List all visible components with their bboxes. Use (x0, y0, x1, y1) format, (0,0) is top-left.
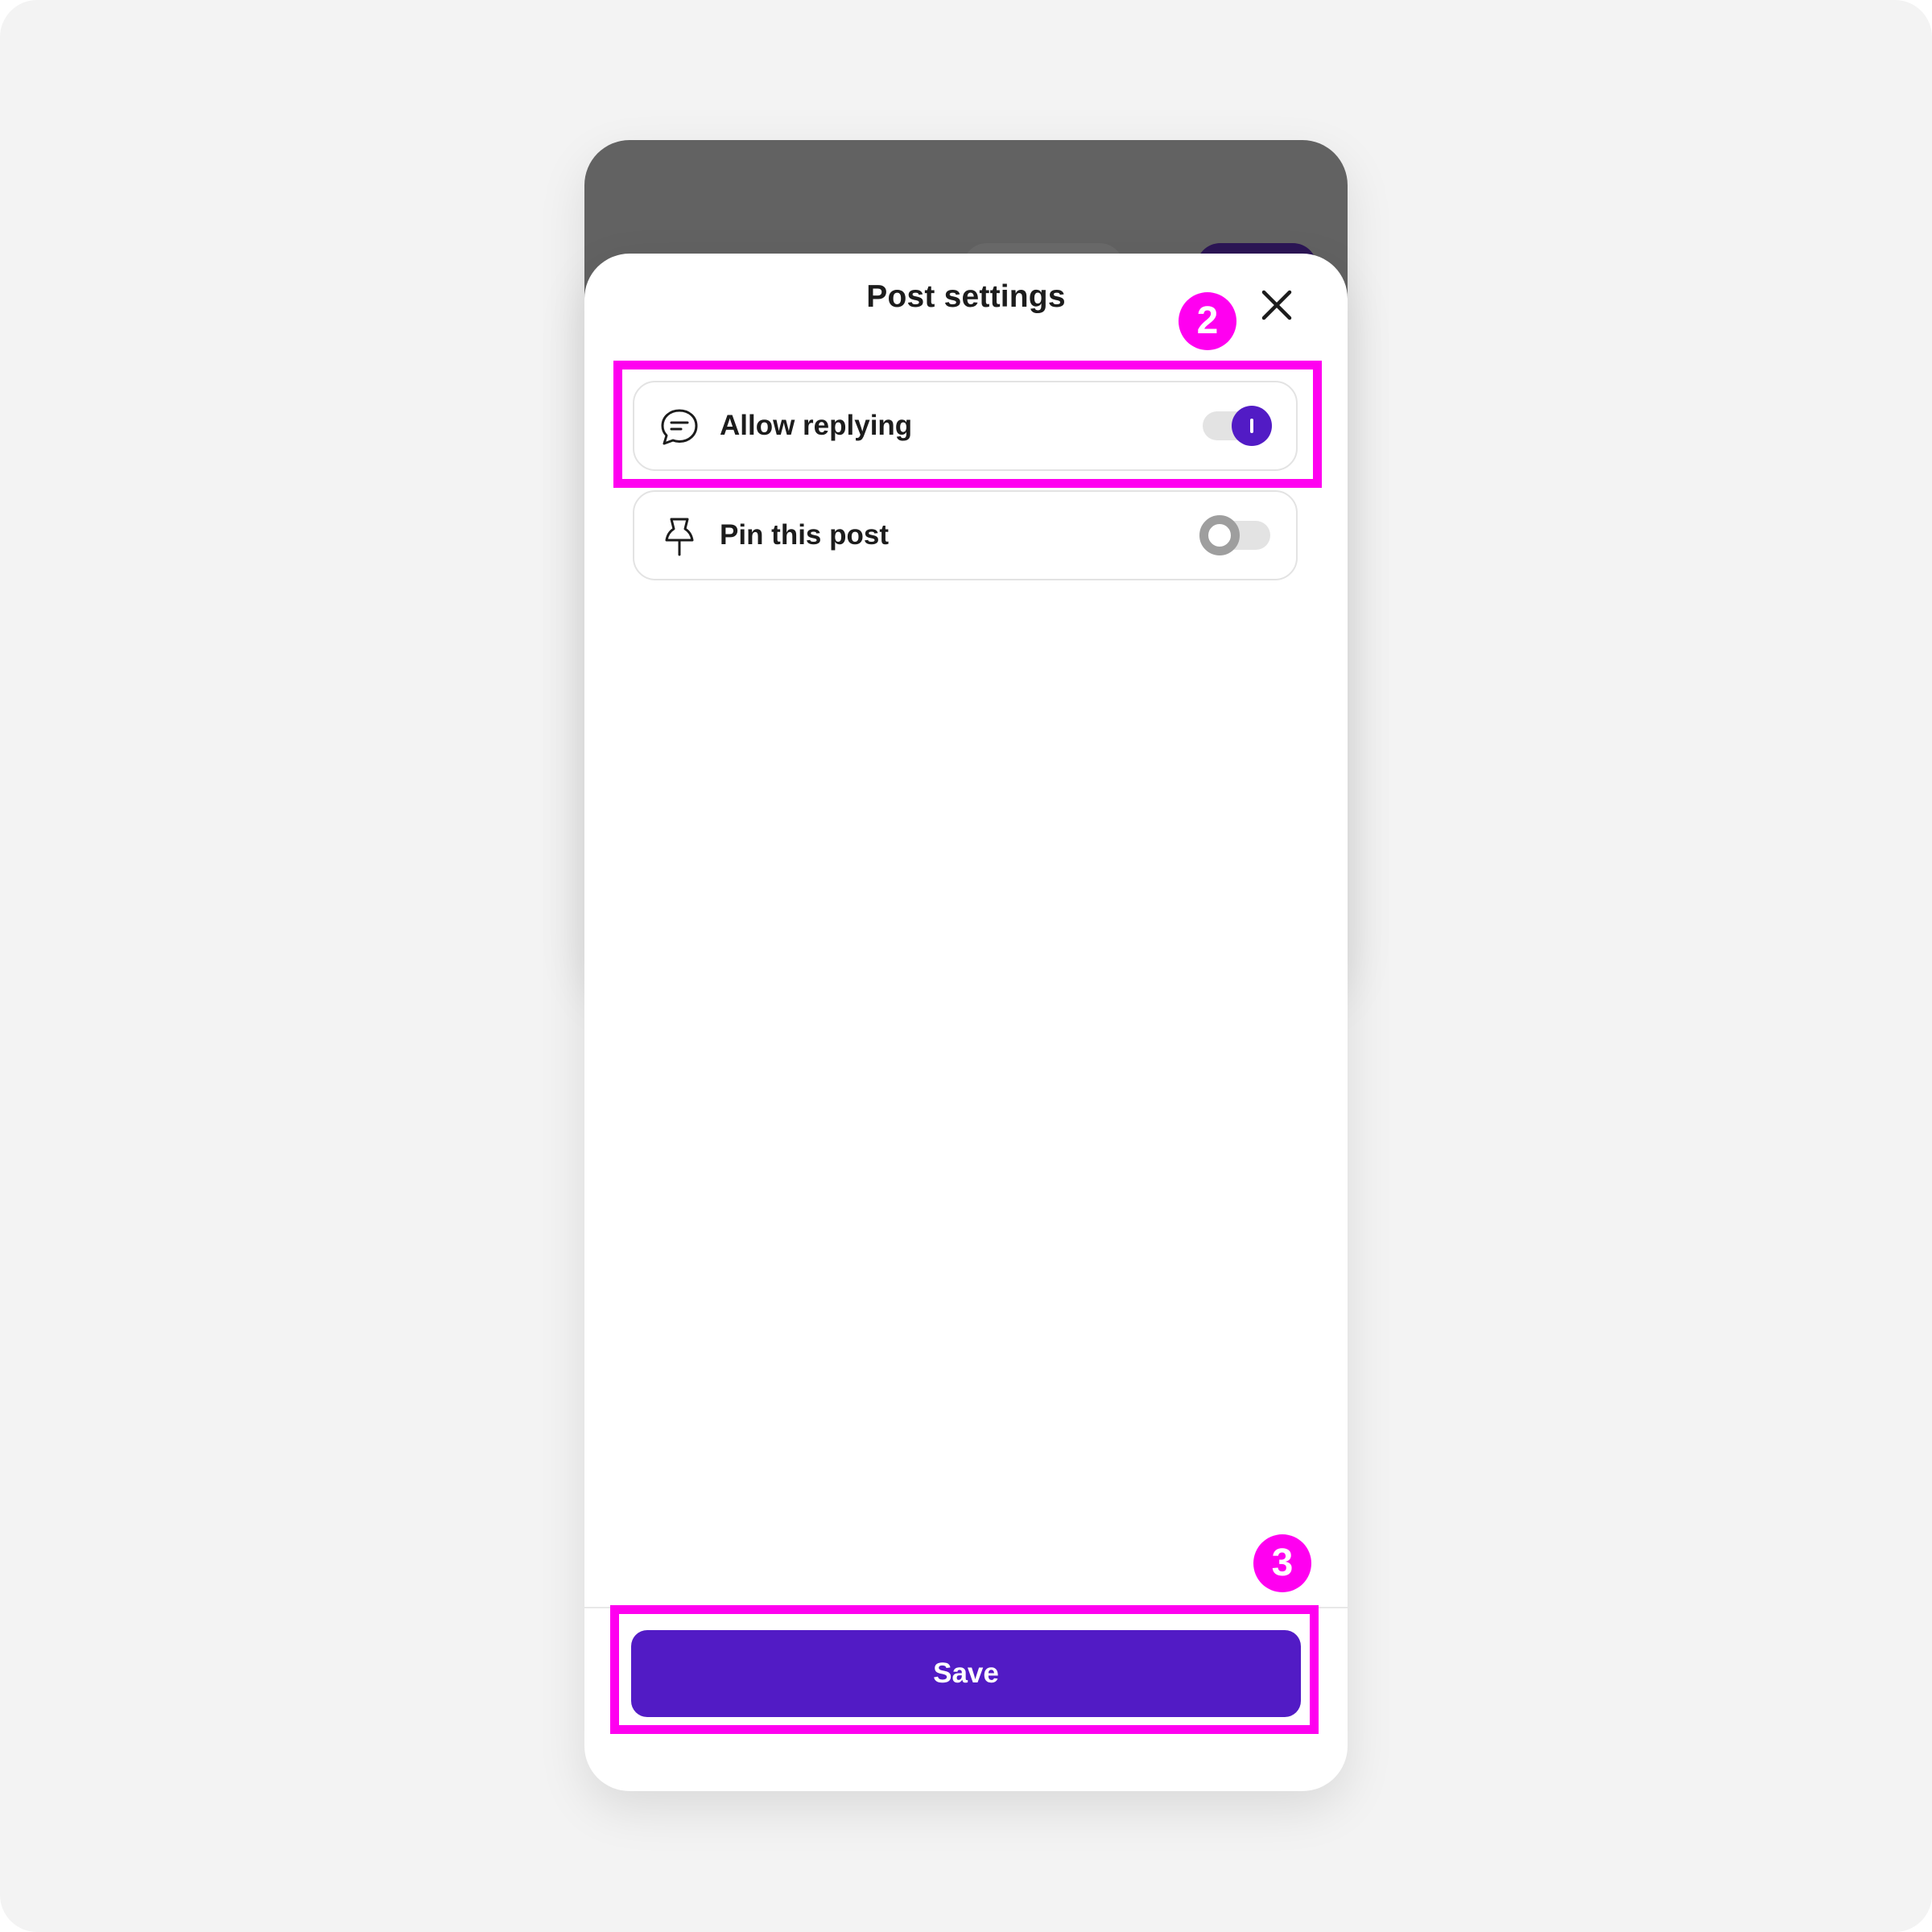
toggle-knob (1199, 515, 1240, 555)
step-badge-2: 2 (1179, 292, 1236, 350)
highlight-box-save (610, 1605, 1319, 1734)
close-button[interactable] (1254, 283, 1299, 328)
close-icon (1261, 290, 1292, 320)
pin-icon (665, 518, 694, 556)
pin-post-toggle[interactable] (1199, 515, 1270, 555)
step-badge-3: 3 (1253, 1534, 1311, 1592)
highlight-box-allow-replying (613, 361, 1322, 488)
pin-post-row[interactable]: Pin this post (633, 490, 1298, 580)
pin-post-label: Pin this post (720, 519, 889, 551)
